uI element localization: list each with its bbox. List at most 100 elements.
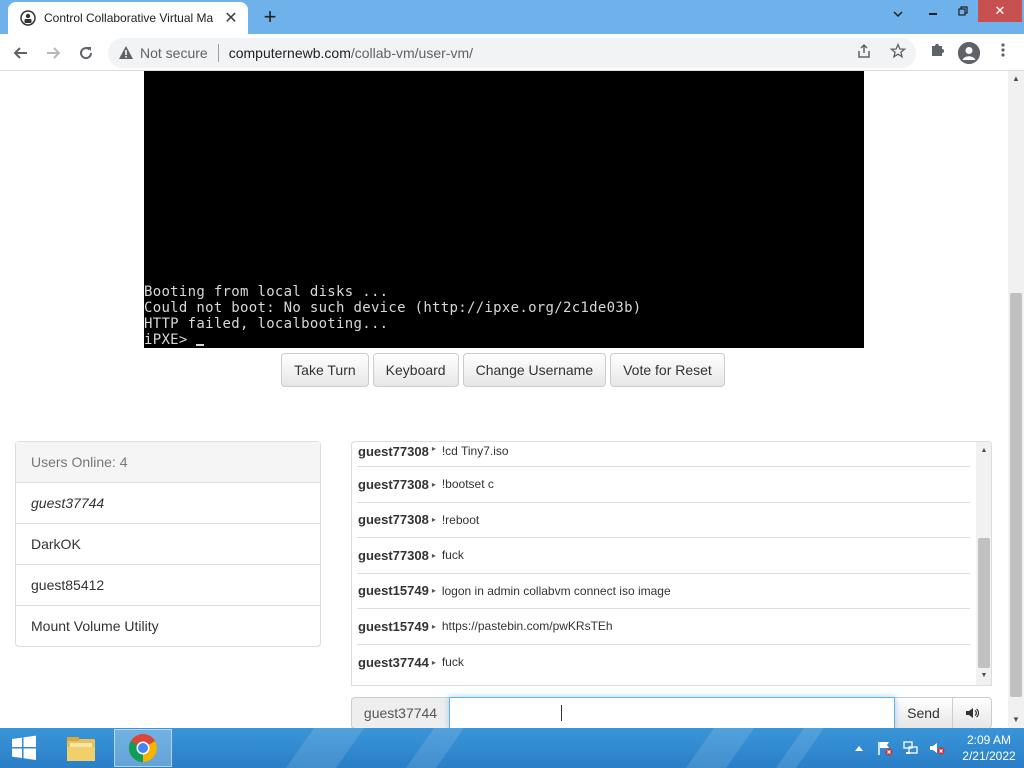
vm-console-output: Booting from local disks ... Could not b…: [144, 284, 642, 348]
address-bar[interactable]: Not secure computernewb.com/collab-vm/us…: [108, 38, 916, 68]
chat-username[interactable]: guest37744: [358, 655, 429, 670]
chat-scroll-thumb[interactable]: [978, 538, 990, 668]
forward-arrow-icon[interactable]: [40, 40, 66, 66]
vm-display[interactable]: Booting from local disks ... Could not b…: [144, 71, 864, 348]
tab-title: Control Collaborative Virtual Ma: [44, 11, 214, 25]
vm-control-buttons: Take Turn Keyboard Change Username Vote …: [0, 353, 1007, 387]
taskbar-decoration: [405, 728, 465, 768]
chat-message: guest37744 ▸ fuck: [357, 645, 970, 681]
chat-username[interactable]: guest15749: [358, 583, 429, 598]
page-scroll-down-icon[interactable]: ▼: [1008, 712, 1024, 728]
console-cursor: [196, 344, 205, 346]
change-username-button[interactable]: Change Username: [462, 353, 607, 387]
taskbar-chrome[interactable]: [114, 729, 172, 767]
chat-username[interactable]: guest77308: [358, 512, 429, 527]
chat-separator: ▸: [431, 515, 436, 525]
chat-message: guest77308 ▸ !reboot: [357, 503, 970, 538]
user-list-item[interactable]: DarkOK: [16, 524, 320, 565]
chat-message-input[interactable]: [449, 697, 895, 728]
console-line: HTTP failed, localbooting...: [144, 316, 389, 332]
profile-avatar-icon[interactable]: [958, 42, 980, 64]
chat-username-label: guest37744: [351, 697, 449, 728]
chat-message: guest77308 ▸ fuck: [357, 538, 970, 574]
browser-tab-active[interactable]: Control Collaborative Virtual Ma ✕: [8, 2, 248, 34]
network-icon[interactable]: [900, 737, 922, 759]
chrome-icon: [129, 734, 157, 762]
chat-username[interactable]: guest77308: [358, 548, 429, 563]
chat-text: logon in admin collabvm connect iso imag…: [441, 583, 671, 598]
chat-input-group: guest37744 Send: [351, 697, 992, 728]
browser-menu-icon[interactable]: [992, 42, 1014, 64]
favicon-icon: [20, 10, 36, 26]
windows-logo-icon: [12, 735, 36, 760]
warning-icon[interactable]: [118, 45, 134, 61]
windows-taskbar: 2:09 AM 2/21/2022: [0, 728, 1024, 768]
take-turn-button[interactable]: Take Turn: [281, 353, 369, 387]
chat-scroll-down-icon[interactable]: ▼: [976, 669, 991, 683]
tab-close-icon[interactable]: ✕: [222, 9, 240, 27]
chat-separator: ▸: [431, 586, 436, 596]
send-button[interactable]: Send: [895, 697, 953, 728]
page-scroll-thumb[interactable]: [1010, 293, 1022, 697]
taskbar-decoration: [285, 728, 365, 768]
chat-text: https://pastebin.com/pwKRsTEh: [441, 619, 613, 634]
chat-text: !reboot: [441, 512, 480, 527]
start-button[interactable]: [0, 728, 48, 768]
address-actions: [854, 42, 908, 63]
reload-icon[interactable]: [73, 40, 99, 66]
action-center-icon[interactable]: [874, 737, 896, 759]
url-host: computernewb.com: [228, 45, 351, 61]
chat-panel: guest77308 ▸ !cd Tiny7.iso guest77308 ▸ !boo…: [351, 441, 992, 686]
chat-scrollbar[interactable]: ▲ ▼: [976, 442, 991, 685]
chat-text: fuck: [441, 655, 464, 670]
back-arrow-icon[interactable]: [8, 40, 34, 66]
taskbar-decoration: [685, 728, 755, 768]
keyboard-button[interactable]: Keyboard: [372, 353, 459, 387]
speaker-icon: [966, 708, 979, 718]
tray-overflow-icon[interactable]: [848, 737, 870, 759]
taskbar-file-explorer[interactable]: [52, 729, 110, 767]
users-online-panel: Users Online: 4 guest37744 DarkOK guest8…: [15, 441, 321, 647]
window-close-button[interactable]: ✕: [978, 0, 1022, 22]
chat-text: !cd Tiny7.iso: [441, 444, 509, 458]
chat-message: guest15749 ▸ logon in admin collabvm conne…: [357, 574, 970, 609]
browser-toolbar: Not secure computernewb.com/collab-vm/us…: [0, 34, 1024, 71]
tab-search-icon[interactable]: [888, 8, 908, 28]
chat-separator: ▸: [431, 550, 436, 560]
sound-toggle-button[interactable]: [953, 697, 992, 728]
users-online-header: Users Online: 4: [16, 442, 320, 483]
vote-reset-button[interactable]: Vote for Reset: [610, 353, 725, 387]
security-label: Not secure: [140, 45, 208, 61]
page-scroll-up-icon[interactable]: ▲: [1008, 71, 1024, 87]
new-tab-button[interactable]: +: [258, 6, 282, 30]
bookmark-star-icon[interactable]: [888, 42, 908, 63]
browser-tab-bar: Control Collaborative Virtual Ma ✕ + ✕: [0, 0, 1024, 34]
console-prompt: iPXE>: [144, 332, 197, 348]
chat-scroll-up-icon[interactable]: ▲: [976, 444, 991, 458]
clock-time: 2:09 AM: [966, 733, 1012, 747]
taskbar-clock[interactable]: 2:09 AM 2/21/2022: [954, 732, 1024, 764]
window-minimize-button[interactable]: [918, 0, 948, 22]
chat-input-wrapper: [449, 697, 895, 728]
console-line: Could not boot: No such device (http://i…: [144, 300, 642, 316]
chat-separator: ▸: [431, 444, 436, 453]
chat-separator: ▸: [431, 657, 436, 667]
chat-username[interactable]: guest77308: [358, 477, 429, 492]
window-restore-button[interactable]: [948, 0, 978, 22]
text-caret: [561, 705, 562, 721]
chat-username[interactable]: guest15749: [358, 619, 429, 634]
share-icon[interactable]: [854, 43, 874, 63]
page-scrollbar[interactable]: ▲ ▼: [1008, 71, 1024, 728]
user-list-item[interactable]: guest37744: [16, 483, 320, 524]
extensions-icon[interactable]: [926, 42, 948, 64]
volume-muted-icon[interactable]: [926, 737, 948, 759]
user-list-item[interactable]: Mount Volume Utility: [16, 606, 320, 646]
console-line: Booting from local disks ...: [144, 284, 389, 300]
url-path: /collab-vm/user-vm/: [350, 45, 474, 61]
chat-username[interactable]: guest77308: [358, 444, 429, 459]
user-list-item[interactable]: guest85412: [16, 565, 320, 606]
chat-text: !bootset c: [441, 477, 494, 492]
clock-date: 2/21/2022: [962, 749, 1016, 763]
page-viewport: Booting from local disks ... Could not b…: [0, 71, 1008, 728]
chat-message-list[interactable]: guest77308 ▸ !cd Tiny7.iso guest77308 ▸ !boo…: [352, 442, 976, 685]
